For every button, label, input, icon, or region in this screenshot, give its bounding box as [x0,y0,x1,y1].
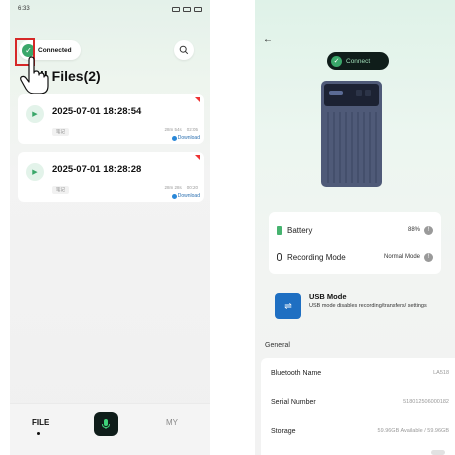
new-flag-icon [195,155,200,160]
status-bar: 6:33 [18,4,202,14]
pointer-hand-icon [20,56,49,95]
microphone-icon [102,419,110,429]
search-button[interactable] [174,40,194,60]
recording-size: 28m 28s [164,185,182,190]
serial-number-label: Serial Number [271,398,316,406]
recording-mode-row[interactable]: Recording Mode Normal Mode ! [277,247,433,267]
nav-my-tab[interactable]: MY [166,418,178,427]
battery-icon [194,6,202,12]
download-label: Download [177,135,200,141]
recorder-device-image [321,81,382,187]
info-icon[interactable]: ! [424,252,433,262]
search-icon [179,45,189,55]
recording-datetime: 2025-07-01 18:28:54 [52,106,142,117]
back-arrow-icon[interactable]: ← [263,34,273,45]
usb-icon: ⇌ [275,293,301,319]
status-time: 6:33 [18,6,30,12]
connect-label: Connect [346,57,371,65]
play-icon[interactable]: ▶ [26,105,44,123]
download-button[interactable]: Download [171,135,200,141]
recording-datetime: 2025-07-01 18:28:28 [52,164,142,175]
bluetooth-name-row[interactable]: Bluetooth Name LA518 [271,366,449,380]
recording-meta: 28m 54s 02:05 [164,127,198,132]
active-tab-indicator [37,432,40,435]
usb-mode-block: ⇌ USB Mode USB mode disables recording/t… [269,288,441,324]
download-icon [171,193,177,199]
download-label: Download [177,193,200,199]
recording-meta: 28m 28s 00:20 [164,185,198,190]
signal-icon [172,6,180,12]
screenshot-stage: 6:33 ✓ Connected ll Files(2) ▶ 2025-07-0… [0,0,455,455]
bottom-nav: FILE MY [10,403,210,455]
battery-row: Battery 88% ! [277,220,433,240]
connection-label: Connected [38,46,72,54]
record-button[interactable] [94,412,118,436]
device-status-card: Battery 88% ! Recording Mode Normal Mode… [269,212,441,274]
battery-label: Battery [287,225,313,235]
recording-duration: 02:05 [186,127,198,132]
bluetooth-name-label: Bluetooth Name [271,369,322,377]
microphone-icon [277,253,282,261]
recording-size: 28m 54s [164,127,182,132]
wifi-icon [183,6,191,12]
recording-mode-value: Normal Mode [383,254,420,260]
recording-tag: 笔记 [52,186,69,194]
usb-mode-title: USB Mode [309,292,347,301]
new-flag-icon [195,97,200,102]
storage-label: Storage [271,427,296,435]
check-icon: ✓ [331,55,342,67]
recording-card[interactable]: ▶ 2025-07-01 18:28:54 笔记 28m 54s 02:05 D… [18,94,204,144]
nav-file-tab[interactable]: FILE [32,418,49,427]
recording-tag: 笔记 [52,128,69,136]
connect-button[interactable]: ✓ Connect [327,52,389,70]
battery-icon [277,225,282,235]
serial-number-row: Serial Number 518012506000182 [271,395,449,409]
recording-mode-label: Recording Mode [287,252,346,262]
general-section-title: General [265,342,290,349]
serial-number-value: 518012506000182 [403,399,449,405]
bluetooth-name-value: LA518 [433,370,449,376]
info-icon[interactable]: ! [424,225,433,235]
files-screen: 6:33 ✓ Connected ll Files(2) ▶ 2025-07-0… [10,0,210,455]
battery-value: 88% [407,227,420,233]
download-icon [171,135,177,141]
general-settings-card: Bluetooth Name LA518 Serial Number 51801… [261,358,455,455]
partial-toggle[interactable] [431,450,445,455]
recording-duration: 00:20 [186,185,198,190]
usb-mode-description: USB mode disables recording/transfers/ s… [309,303,427,309]
download-button[interactable]: Download [171,193,200,199]
storage-row: Storage 59.96GB Available / 59.96GB [271,424,449,438]
status-bar [263,4,447,14]
status-icons [172,6,202,12]
recording-card[interactable]: ▶ 2025-07-01 18:28:28 笔记 28m 28s 00:20 D… [18,152,204,202]
device-screen: ← ✓ Connect Battery 88% ! Recording Mode… [255,0,455,455]
storage-value: 59.96GB Available / 59.96GB [377,428,449,434]
play-icon[interactable]: ▶ [26,163,44,181]
